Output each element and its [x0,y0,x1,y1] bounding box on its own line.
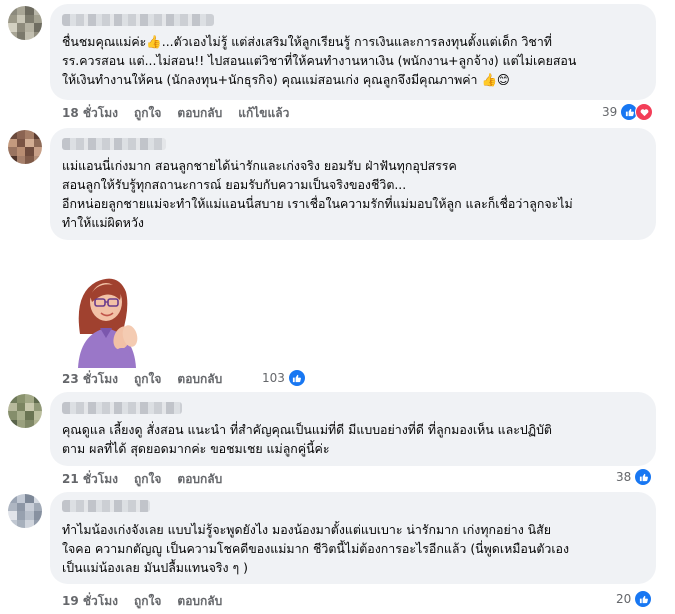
comment-actions: 19 ชั่วโมง ถูกใจ ตอบกลับ [62,592,222,611]
author-name[interactable] [62,500,150,512]
reaction-count: 38 [616,470,632,484]
comment-text: ชื่นชมคุณแม่ค่ะ👍...ตัวเองไม่รู้ แต่ส่งเส… [62,34,577,87]
comment-1: ชื่นชมคุณแม่ค่ะ👍...ตัวเองไม่รู้ แต่ส่งเส… [0,0,675,126]
like-button[interactable]: ถูกใจ [134,470,161,489]
comment-actions: 18 ชั่วโมง ถูกใจ ตอบกลับ แก้ไขแล้ว [62,104,289,123]
timestamp[interactable]: 23 ชั่วโมง [62,370,118,389]
reaction-count: 20 [616,592,632,606]
comment-actions: 23 ชั่วโมง ถูกใจ ตอบกลับ [62,370,222,389]
author-name[interactable] [62,138,166,150]
comment-text: ทำไมน้องเก่งจังเลย แบบไม่รู้จะพูดยังไง ม… [62,522,570,575]
author-name[interactable] [62,402,182,414]
author-name[interactable] [62,14,214,26]
reaction-summary[interactable]: 39 [602,103,654,121]
love-icon [635,103,654,121]
edited-label[interactable]: แก้ไขแล้ว [238,104,289,123]
reply-button[interactable]: ตอบกลับ [177,470,222,489]
avatar[interactable] [8,130,42,164]
reaction-summary[interactable]: 20 [616,590,653,608]
comment-4: ทำไมน้องเก่งจังเลย แบบไม่รู้จะพูดยังไง ม… [0,488,675,614]
comment-bubble: ทำไมน้องเก่งจังเลย แบบไม่รู้จะพูดยังไง ม… [50,492,656,584]
timestamp[interactable]: 18 ชั่วโมง [62,104,118,123]
like-icon [634,468,653,486]
avatar-sticker [78,278,138,368]
reaction-count: 103 [262,371,285,385]
comment-2: แม่แอนนี่เก่งมาก สอนลูกชายได้น่ารักและเก… [0,126,675,388]
like-button[interactable]: ถูกใจ [134,104,161,123]
like-icon [287,369,306,387]
reaction-summary[interactable]: 38 [616,468,653,486]
comment-text: แม่แอนนี่เก่งมาก สอนลูกชายได้น่ารักและเก… [62,158,573,230]
reply-button[interactable]: ตอบกลับ [177,104,222,123]
avatar[interactable] [8,394,42,428]
reaction-summary[interactable]: 103 [262,369,306,387]
avatar[interactable] [8,6,42,40]
comment-bubble: ชื่นชมคุณแม่ค่ะ👍...ตัวเองไม่รู้ แต่ส่งเส… [50,4,656,100]
like-button[interactable]: ถูกใจ [134,370,161,389]
like-button[interactable]: ถูกใจ [134,592,161,611]
comment-actions: 21 ชั่วโมง ถูกใจ ตอบกลับ [62,470,222,489]
comment-bubble: คุณดูแล เลี้ยงดู สั่งสอน แนะนำ ที่สำคัญค… [50,392,656,466]
comment-3: คุณดูแล เลี้ยงดู สั่งสอน แนะนำ ที่สำคัญค… [0,388,675,488]
comment-text: คุณดูแล เลี้ยงดู สั่งสอน แนะนำ ที่สำคัญค… [62,422,552,456]
like-icon [634,590,653,608]
reply-button[interactable]: ตอบกลับ [177,370,222,389]
timestamp[interactable]: 19 ชั่วโมง [62,592,118,611]
avatar[interactable] [8,494,42,528]
reply-button[interactable]: ตอบกลับ [177,592,222,611]
comment-bubble: แม่แอนนี่เก่งมาก สอนลูกชายได้น่ารักและเก… [50,128,656,240]
reaction-count: 39 [602,105,618,119]
timestamp[interactable]: 21 ชั่วโมง [62,470,118,489]
